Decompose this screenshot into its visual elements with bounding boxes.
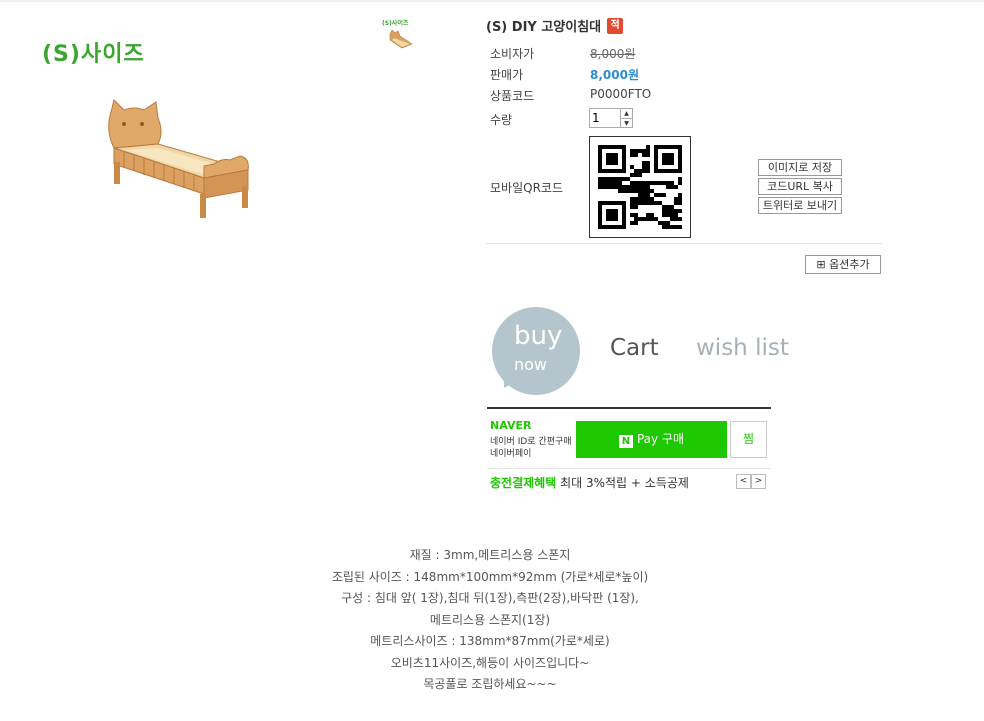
chevron-left-icon[interactable]: < xyxy=(736,474,751,489)
buy-label: buy xyxy=(514,321,563,351)
top-divider xyxy=(0,0,984,2)
save-as-image-button[interactable]: 이미지로 저장 xyxy=(758,159,842,176)
add-option-button[interactable]: ⊞ 옵션추가 xyxy=(805,255,881,274)
naver-pay-desc2: 네이버페이 xyxy=(490,449,532,459)
share-twitter-button[interactable]: 트위터로 보내기 xyxy=(758,197,842,214)
plus-box-icon: ⊞ xyxy=(816,258,826,271)
sale-price-label: 판매가 xyxy=(490,68,524,82)
copy-url-button[interactable]: 코드URL 복사 xyxy=(758,178,842,195)
quantity-up-icon[interactable]: ▲ xyxy=(621,109,632,118)
description-line: 조립된 사이즈 : 148mm*100mm*92mm (가로*세로*높이) xyxy=(331,569,649,584)
qr-code xyxy=(589,136,691,238)
charge-benefit-text: 최대 3%적립 + 소득공제 xyxy=(560,476,689,490)
naver-n-icon: N xyxy=(618,435,633,448)
quantity-down-icon[interactable]: ▼ xyxy=(621,118,632,128)
size-label: (S)사이즈 xyxy=(42,42,145,67)
charge-benefit: 충전결제혜택 최대 3%적립 + 소득공제 xyxy=(490,474,689,491)
now-label: now xyxy=(514,355,548,374)
product-title-text: (S) DIY 고양이침대 xyxy=(486,20,602,35)
quantity-input[interactable] xyxy=(590,109,620,127)
naver-jjim-button[interactable]: 찜 xyxy=(730,421,767,458)
naver-pay-label: Pay 구매 xyxy=(636,432,685,446)
qr-code-icon xyxy=(598,145,682,229)
naver-pay-button[interactable]: N Pay 구매 xyxy=(576,421,727,458)
chevron-right-icon[interactable]: > xyxy=(751,474,766,489)
mobile-qr-label: 모바일QR코드 xyxy=(490,181,563,195)
product-image xyxy=(108,99,249,218)
wishlist-button[interactable]: wish list xyxy=(696,335,789,361)
naver-pay-section: NAVER 네이버 ID로 간편구매 네이버페이 N Pay 구매 찜 xyxy=(487,407,771,469)
add-option-label: 옵션추가 xyxy=(829,258,870,271)
thumbnail-label: (S)사이즈 xyxy=(382,20,409,27)
buy-now-button[interactable]: buy now xyxy=(492,307,580,395)
product-title: (S) DIY 고양이침대 적 xyxy=(486,16,624,35)
benefit-pager: < > xyxy=(736,474,766,489)
quantity-label: 수량 xyxy=(490,113,513,127)
product-code: P0000FTO xyxy=(590,87,652,101)
product-thumbnail[interactable]: (S)사이즈 xyxy=(382,18,416,54)
reward-badge: 적 xyxy=(607,17,624,34)
cart-button[interactable]: Cart xyxy=(610,335,659,361)
charge-benefit-label: 충전결제혜택 xyxy=(490,476,557,490)
description-line: 목공풀로 조립하세요~~~ xyxy=(423,677,557,691)
naver-logo: NAVER xyxy=(490,419,532,432)
description-line: 메트리스용 스폰지(1장) xyxy=(429,612,551,627)
description-line: 재질 : 3mm,메트리스용 스폰지 xyxy=(409,548,571,562)
consumer-price-label: 소비자가 xyxy=(490,47,535,61)
quantity-stepper[interactable]: ▲ ▼ xyxy=(589,108,633,128)
product-description: 재질 : 3mm,메트리스용 스폰지 조립된 사이즈 : 148mm*100mm… xyxy=(280,545,700,696)
product-code-label: 상품코드 xyxy=(490,89,535,103)
section-divider xyxy=(486,243,882,244)
description-line: 메트리스사이즈 : 138mm*87mm(가로*세로) xyxy=(370,634,610,648)
consumer-price: 8,000원 xyxy=(590,47,636,61)
description-line: 구성 : 침대 앞( 1장),침대 뒤(1장),측판(2장),바닥판 (1장), xyxy=(341,591,639,605)
description-line: 오비츠11사이즈,해등이 사이즈입니다~ xyxy=(390,655,590,670)
sale-price: 8,000원 xyxy=(590,68,639,82)
